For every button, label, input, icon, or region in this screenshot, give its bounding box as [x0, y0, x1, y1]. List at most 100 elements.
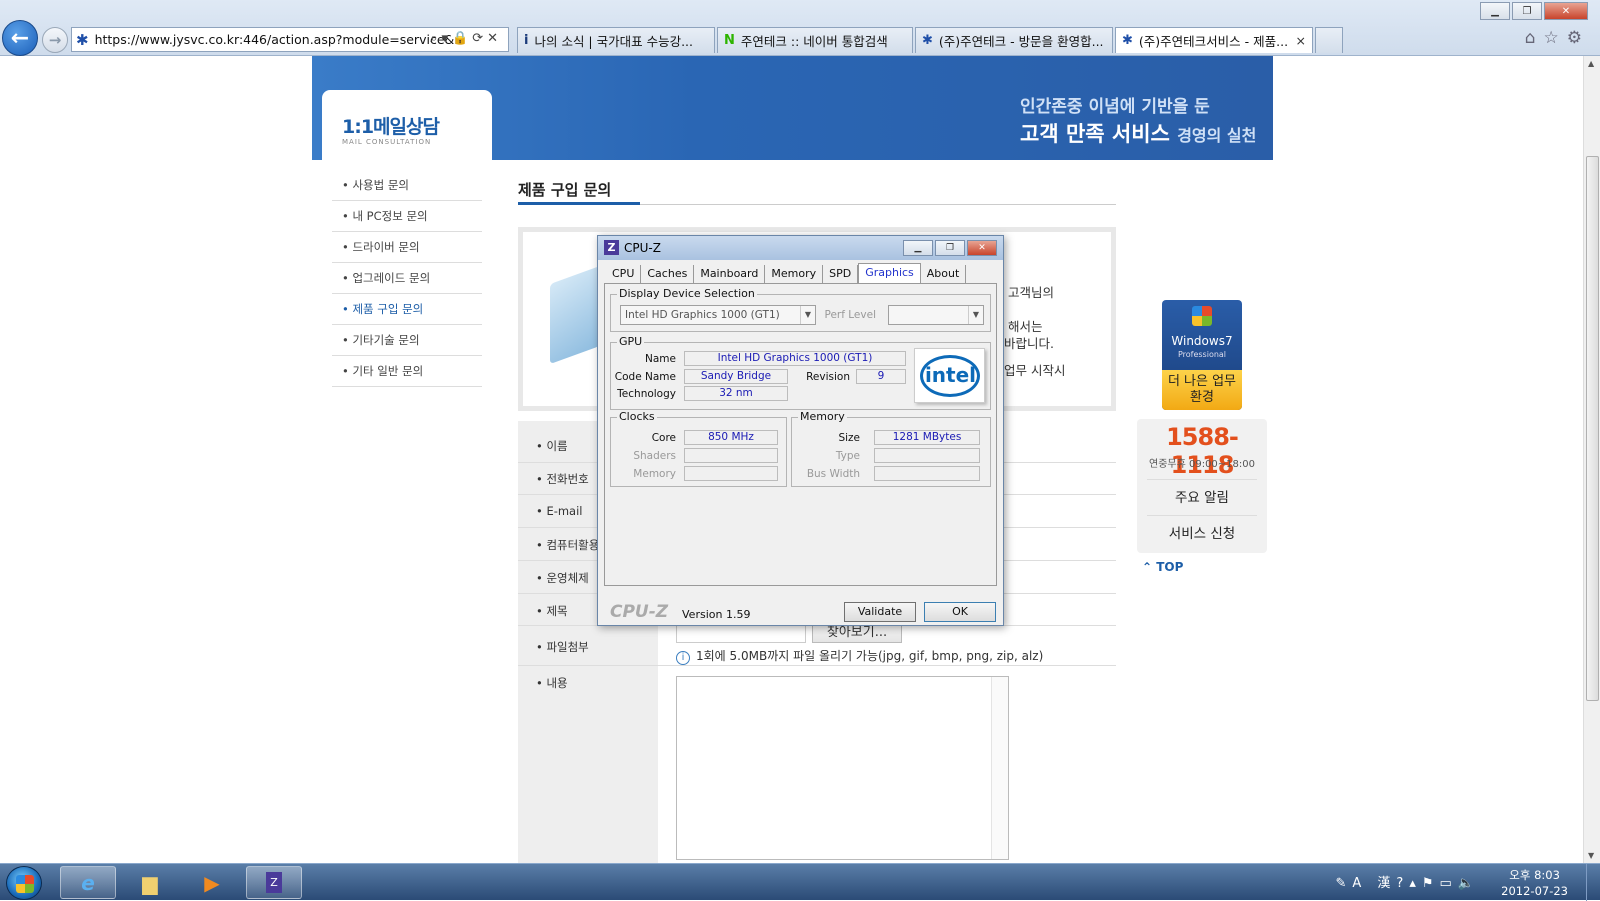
taskbar-explorer-button[interactable]: ▆ — [122, 866, 178, 899]
address-tools-icons[interactable]: ⌕▾🔒⟳✕ — [430, 31, 502, 46]
forward-button[interactable]: → — [42, 27, 68, 53]
file-input[interactable] — [676, 624, 806, 643]
memory-size-value: 1281 MBytes — [874, 430, 980, 445]
clock-time: 오후 8:03 — [1509, 868, 1560, 882]
tab-mainboard[interactable]: Mainboard — [694, 265, 766, 283]
intel-logo-text: intel — [924, 363, 977, 387]
top-arrow-icon: ⌃ — [1142, 560, 1153, 574]
address-text: https://www.jysvc.co.kr:446/action.asp?m… — [94, 32, 460, 47]
cpuz-restore-button[interactable]: ❐ — [935, 240, 965, 256]
back-button[interactable]: ← — [2, 20, 38, 56]
device-select[interactable]: Intel HD Graphics 1000 (GT1) ▼ — [620, 305, 816, 325]
ime-icon[interactable]: A 漢 — [1352, 876, 1396, 891]
tray-arrow-icon[interactable]: ▴ — [1409, 876, 1422, 891]
shaders-clock-label: Shaders — [633, 450, 676, 462]
label-content: • 내용 — [536, 676, 568, 690]
tab-4-active[interactable]: ✱ (주)주연테크서비스 - 제품... × — [1115, 27, 1313, 53]
page-scrollbar[interactable]: ▲ ▼ — [1583, 56, 1600, 863]
folder-icon: ▆ — [142, 870, 158, 895]
top-link[interactable]: ⌃ TOP — [1142, 560, 1183, 574]
scroll-down-icon[interactable]: ▼ — [1588, 851, 1594, 860]
tab-1[interactable]: i 나의 소식 | 국가대표 수능강... — [517, 27, 715, 53]
content-textarea[interactable] — [676, 676, 1009, 860]
tab-about[interactable]: About — [921, 265, 967, 283]
sidebar-item-other-tech[interactable]: • 기타기술 문의 — [332, 325, 482, 356]
sidebar-item-upgrade[interactable]: • 업그레이드 문의 — [332, 263, 482, 294]
validate-button[interactable]: Validate — [844, 602, 916, 622]
favorites-star-icon[interactable]: ☆ — [1544, 28, 1567, 48]
close-tab-icon[interactable]: × — [1296, 33, 1306, 48]
label-phone: • 전화번호 — [536, 472, 589, 486]
windows-logo-icon — [16, 875, 34, 893]
tab-label: (주)주연테크 - 방문을 환영합... — [938, 34, 1104, 49]
taskbar-media-player-button[interactable]: ▶ — [184, 866, 240, 899]
new-tab-button[interactable] — [1315, 27, 1343, 53]
banner-slogan-main: 고객 만족 서비스 — [1020, 122, 1170, 146]
tab-cpu[interactable]: CPU — [606, 265, 642, 283]
action-center-flag-icon[interactable]: ⚑ — [1422, 876, 1440, 891]
label-subject: • 제목 — [536, 604, 568, 618]
show-desktop-button[interactable] — [1586, 864, 1600, 901]
ok-button[interactable]: OK — [924, 602, 996, 622]
cpuz-title: CPU-Z — [624, 241, 661, 255]
code-name-label: Code Name — [614, 371, 676, 383]
tab-label: 나의 소식 | 국가대표 수능강... — [534, 34, 693, 49]
scroll-thumb[interactable] — [1586, 156, 1599, 701]
windows7-badge[interactable]: Windows7 Professional 더 나은 업무 환경 — [1162, 300, 1242, 410]
cpuz-titlebar[interactable]: Z CPU-Z ▁ ❐ ✕ — [598, 236, 1003, 260]
minimize-button[interactable]: ▁ — [1480, 2, 1510, 20]
cpuz-minimize-button[interactable]: ▁ — [903, 240, 933, 256]
taskbar-cpuz-button[interactable]: Z — [246, 866, 302, 899]
taskbar: e ▆ ▶ Z ✎A 漢?▴⚑▭🔈 오후 8:03 2012-07-23 — [0, 863, 1600, 901]
textarea-scrollbar[interactable] — [991, 677, 1008, 859]
row-divider — [518, 665, 1116, 666]
home-icon[interactable]: ⌂ — [1525, 28, 1544, 48]
clocks-group-label: Clocks — [617, 410, 657, 423]
browse-button[interactable]: 찾아보기... — [812, 623, 902, 643]
section-title: 1:1메일상담 — [342, 116, 440, 138]
perf-level-select[interactable]: ▼ — [888, 305, 984, 325]
browser-tools: ⌂☆⚙ — [1525, 28, 1590, 48]
sidebar-item-driver[interactable]: • 드라이버 문의 — [332, 232, 482, 263]
memory-clock-value — [684, 466, 778, 481]
intel-logo-icon: intel — [914, 348, 985, 403]
tab-3[interactable]: ✱ (주)주연테크 - 방문을 환영합... — [915, 27, 1113, 53]
sidebar-item-purchase[interactable]: • 제품 구입 문의 — [332, 294, 482, 325]
tab-caches[interactable]: Caches — [641, 265, 695, 283]
settings-gear-icon[interactable]: ⚙ — [1567, 28, 1590, 48]
label-name: • 이름 — [536, 439, 568, 453]
label-email: • E-mail — [536, 504, 583, 518]
notice-link[interactable]: 주요 알림 — [1147, 479, 1257, 515]
revision-label: Revision — [806, 371, 850, 383]
tab-graphics[interactable]: Graphics — [858, 263, 921, 283]
cpuz-brand-logo: CPU-Z — [610, 602, 669, 622]
maximize-button[interactable]: ❐ — [1512, 2, 1542, 20]
label-attachment: • 파일첨부 — [536, 640, 589, 654]
service-request-link[interactable]: 서비스 신청 — [1147, 515, 1257, 551]
info-icon: i — [676, 651, 690, 665]
clock[interactable]: 오후 8:03 2012-07-23 — [1501, 867, 1568, 899]
tab-2[interactable]: N 주연테크 :: 네이버 통합검색 — [717, 27, 913, 53]
cpuz-app-icon: Z — [604, 240, 619, 255]
memory-type-label: Type — [835, 450, 860, 462]
intro-text-1: 고객님의 — [1008, 285, 1055, 300]
address-bar[interactable]: ✱ https://www.jysvc.co.kr:446/action.asp… — [71, 27, 509, 52]
start-button[interactable] — [6, 866, 42, 900]
sidebar-item-pc-info[interactable]: • 내 PC정보 문의 — [332, 201, 482, 232]
help-icon[interactable]: ? — [1396, 876, 1409, 891]
network-icon[interactable]: ✎ — [1335, 876, 1352, 891]
device-select-value: Intel HD Graphics 1000 (GT1) — [625, 309, 780, 321]
sidebar-item-usage[interactable]: • 사용법 문의 — [332, 170, 482, 201]
display-icon[interactable]: ▭ — [1440, 876, 1458, 891]
cpuz-window: Z CPU-Z ▁ ❐ ✕ CPU Caches Mainboard Memor… — [597, 235, 1004, 626]
taskbar-ie-button[interactable]: e — [60, 866, 116, 899]
scroll-up-icon[interactable]: ▲ — [1588, 59, 1594, 68]
banner-slogan-suffix: 경영의 실천 — [1177, 126, 1257, 145]
volume-icon[interactable]: 🔈 — [1458, 876, 1480, 891]
core-clock-value: 850 MHz — [684, 430, 778, 445]
tab-spd[interactable]: SPD — [823, 265, 859, 283]
tab-memory[interactable]: Memory — [765, 265, 824, 283]
cpuz-close-button[interactable]: ✕ — [967, 240, 997, 256]
sidebar-item-other-general[interactable]: • 기타 일반 문의 — [332, 356, 482, 387]
close-window-button[interactable]: ✕ — [1544, 2, 1588, 20]
